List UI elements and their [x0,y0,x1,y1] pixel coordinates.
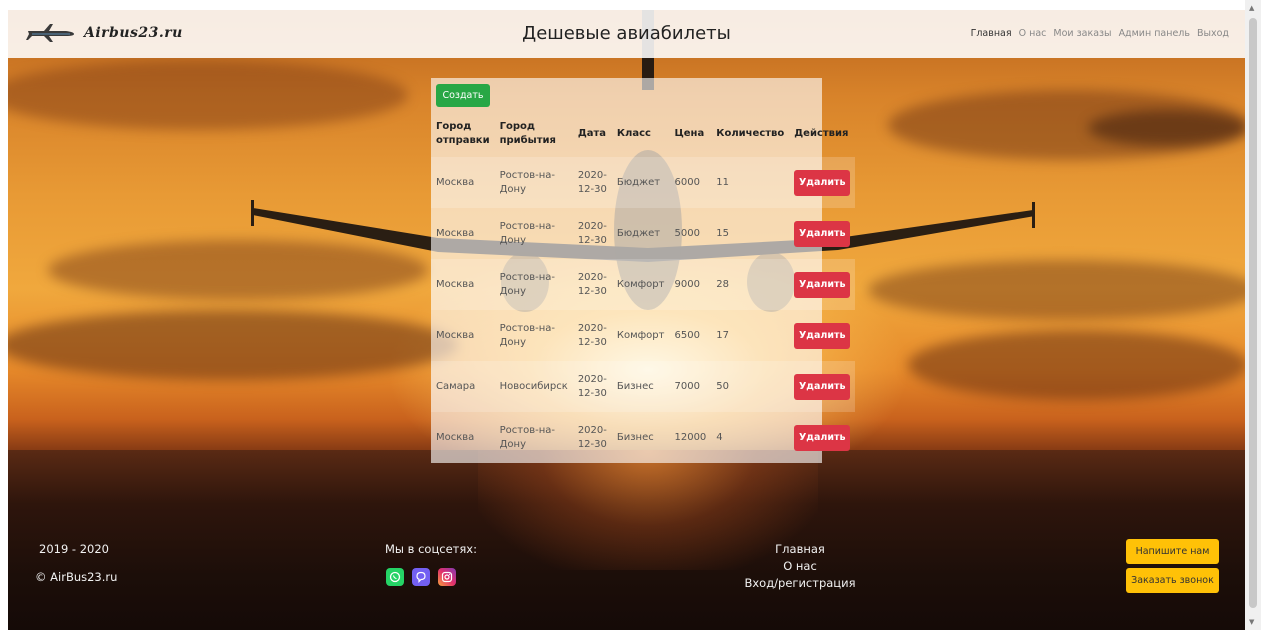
header-quantity: Количество [716,128,785,139]
cell-actions: Удалить [789,412,855,463]
delete-button[interactable]: Удалить [794,373,851,400]
cell-date: 2020-12-30 [577,424,607,450]
cell-date: 2020-12-30 [577,271,607,297]
cell-departure-city: Москва [436,431,475,443]
scroll-up-arrow-icon[interactable]: ▲ [1249,4,1254,12]
cell-date: 2020-12-30 [577,169,607,195]
cell-arrival-city: Ростов-на-Дону [499,322,555,348]
table-row: Москва Ростов-на-Дону 2020-12-30 Бизнес … [431,412,855,463]
table-header-row: Город отправки Город прибытия Дата Класс… [431,111,855,157]
footer-years: 2019 - 2020 [39,542,109,556]
scrollbar-thumb[interactable] [1249,18,1257,608]
cell-departure-city: Москва [436,329,475,341]
request-call-button[interactable]: Заказать звонок [1126,568,1219,593]
nav-link-my-orders[interactable]: Мои заказы [1053,28,1111,39]
delete-button[interactable]: Удалить [794,220,851,247]
cell-actions: Удалить [789,157,855,208]
cell-quantity: 17 [716,329,730,341]
cell-class: Бюджет [616,227,661,239]
nav-link-admin-panel[interactable]: Админ панель [1119,28,1190,39]
table-row: Москва Ростов-на-Дону 2020-12-30 Комфорт… [431,310,855,361]
cell-class: Комфорт [616,278,665,290]
cell-price: 7000 [674,380,700,392]
tickets-table: Город отправки Город прибытия Дата Класс… [431,111,856,463]
table-row: Москва Ростов-на-Дону 2020-12-30 Бюджет … [431,208,855,259]
footer-copyright: © AirBus23.ru [35,570,118,584]
cell-quantity: 50 [716,380,730,392]
header-date: Дата [577,128,607,139]
table-row: Москва Ростов-на-Дону 2020-12-30 Комфорт… [431,259,856,310]
nav-link-about[interactable]: О нас [1019,28,1047,39]
cell-quantity: 11 [716,176,730,188]
instagram-icon[interactable] [438,568,456,586]
nav-link-home[interactable]: Главная [971,28,1012,39]
header-actions: Действия [794,128,849,139]
cell-arrival-city: Ростов-на-Дону [499,220,555,246]
cell-class: Комфорт [616,329,665,341]
footer-link-login[interactable]: Вход/регистрация [740,575,860,592]
footer-link-about[interactable]: О нас [740,558,860,575]
cell-class: Бюджет [616,176,661,188]
cell-quantity: 15 [716,227,730,239]
header-arrival-city: Город прибытия [499,121,556,146]
cell-actions: Удалить [789,361,855,412]
table-row: Москва Ростов-на-Дону 2020-12-30 Бюджет … [431,157,856,208]
navbar: Airbus23.ru Дешевые авиабилеты Главная О… [8,10,1245,58]
scroll-down-arrow-icon[interactable]: ▼ [1249,618,1254,626]
delete-button[interactable]: Удалить [794,271,851,298]
create-button[interactable]: Создать [436,84,490,107]
footer-link-home[interactable]: Главная [740,541,860,558]
tickets-panel: Создать Город отправки Город прибытия Да… [431,78,856,463]
page-scrollbar[interactable]: ▲ ▼ [1245,0,1261,630]
cell-price: 9000 [674,278,700,290]
cell-price: 6500 [674,329,700,341]
delete-button[interactable]: Удалить [794,424,851,451]
cell-date: 2020-12-30 [577,373,607,399]
cell-date: 2020-12-30 [577,220,607,246]
cell-arrival-city: Ростов-на-Дону [499,169,555,195]
cell-date: 2020-12-30 [577,322,607,348]
cell-departure-city: Москва [436,176,475,188]
header-departure-city: Город отправки [436,121,490,146]
social-icons [386,568,456,586]
social-title: Мы в соцсетях: [385,542,477,556]
write-us-button[interactable]: Напишите нам [1126,539,1219,564]
cell-departure-city: Москва [436,278,475,290]
cell-class: Бизнес [616,431,654,443]
cell-price: 6000 [674,176,700,188]
cell-price: 5000 [674,227,700,239]
cell-quantity: 4 [716,431,723,443]
header-price: Цена [674,128,705,139]
cell-arrival-city: Новосибирск [499,380,568,392]
viber-icon[interactable] [412,568,430,586]
cell-class: Бизнес [616,380,654,392]
cell-departure-city: Москва [436,227,475,239]
cell-actions: Удалить [789,310,855,361]
cell-quantity: 28 [716,278,730,290]
cell-departure-city: Самара [436,380,476,392]
delete-button[interactable]: Удалить [794,322,851,349]
whatsapp-icon[interactable] [386,568,404,586]
delete-button[interactable]: Удалить [794,169,851,196]
cell-actions: Удалить [789,208,855,259]
cell-arrival-city: Ростов-на-Дону [499,424,555,450]
cell-actions: Удалить [789,259,855,310]
cell-arrival-city: Ростов-на-Дону [499,271,555,297]
cell-price: 12000 [674,431,707,443]
header-class: Класс [616,128,651,139]
nav-links: Главная О нас Мои заказы Админ панель Вы… [971,28,1229,39]
table-row: Самара Новосибирск 2020-12-30 Бизнес 700… [431,361,856,412]
footer-links: Главная О нас Вход/регистрация [740,541,860,592]
nav-link-logout[interactable]: Выход [1197,28,1229,39]
